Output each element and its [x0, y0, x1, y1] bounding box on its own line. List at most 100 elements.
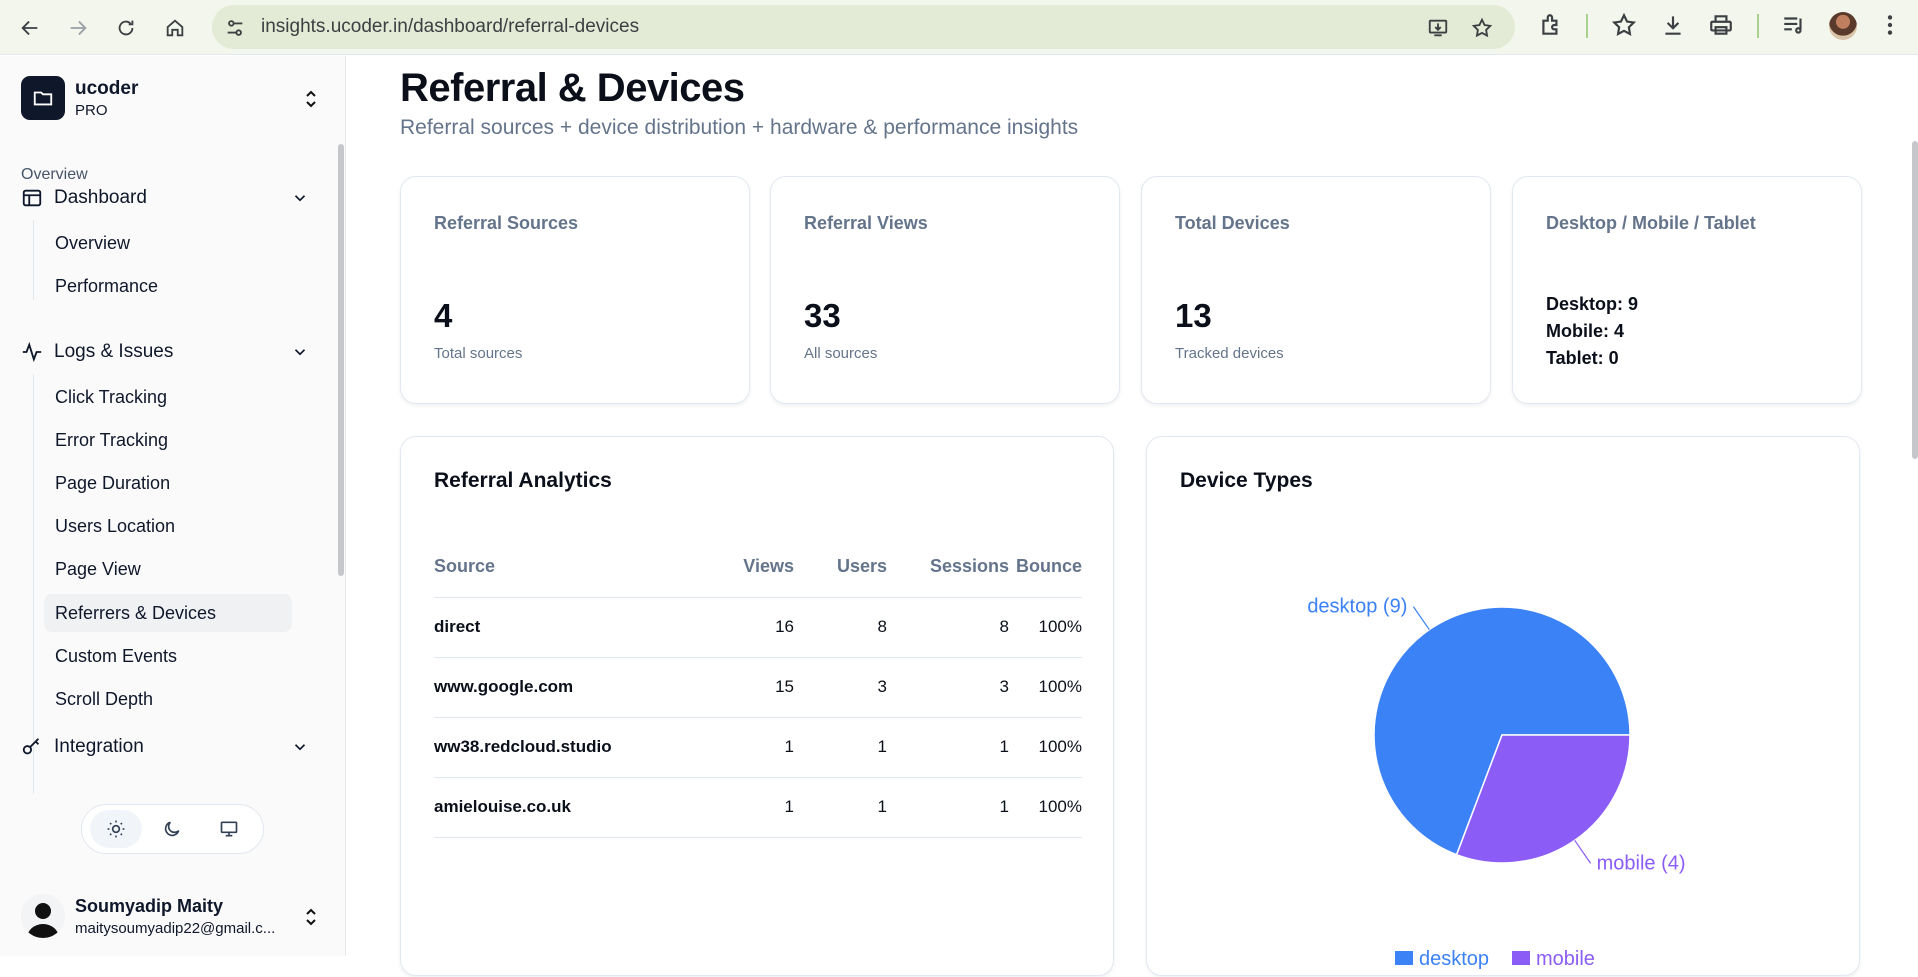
- site-settings-icon[interactable]: [224, 17, 246, 39]
- stat-value: 33: [804, 297, 841, 334]
- back-icon[interactable]: [10, 8, 50, 48]
- column-header-views[interactable]: Views: [694, 541, 794, 598]
- pie-label-desktop: desktop (9): [1307, 596, 1407, 618]
- legend-label-desktop[interactable]: desktop: [1419, 948, 1489, 970]
- profile-avatar[interactable]: [1829, 12, 1857, 40]
- column-header-sessions[interactable]: Sessions: [887, 541, 1009, 598]
- table-row: www.google.com 15 3 3 100%: [434, 657, 1082, 718]
- stat-label: Referral Views: [804, 213, 928, 233]
- nav-group-dashboard[interactable]: Dashboard: [21, 180, 317, 216]
- sidebar-scrollbar[interactable]: [338, 144, 344, 576]
- main-scrollbar[interactable]: [1912, 141, 1918, 459]
- forward-icon[interactable]: [58, 8, 98, 48]
- cell-source: www.google.com: [434, 657, 694, 718]
- legend-label-mobile[interactable]: mobile: [1536, 948, 1595, 970]
- cell-users: 1: [794, 717, 887, 778]
- nav-item-users-location[interactable]: Users Location: [44, 507, 292, 545]
- cell-sessions: 8: [887, 597, 1009, 658]
- cell-views: 1: [694, 717, 794, 778]
- nav-item-scroll-depth[interactable]: Scroll Depth: [44, 680, 292, 718]
- cell-bounce: 100%: [1009, 657, 1082, 718]
- stat-card-referral-views: Referral Views 33 All sources: [770, 176, 1120, 404]
- bookmark-star-icon[interactable]: [1471, 17, 1493, 39]
- toolbar-divider: [1757, 14, 1759, 38]
- mobile-count: Mobile: 4: [1546, 321, 1625, 341]
- table-row: ww38.redcloud.studio 1 1 1 100%: [434, 717, 1082, 778]
- referral-table: Source Views Users Sessions Bounce direc…: [434, 541, 1082, 838]
- column-header-users[interactable]: Users: [794, 541, 887, 598]
- cell-source: amielouise.co.uk: [434, 777, 694, 838]
- table-row: direct 16 8 8 100%: [434, 597, 1082, 658]
- install-app-icon[interactable]: [1427, 17, 1449, 39]
- print-icon[interactable]: [1708, 12, 1734, 38]
- cell-views: 1: [694, 777, 794, 838]
- theme-light-button[interactable]: [90, 810, 143, 848]
- address-bar[interactable]: insights.ucoder.in/dashboard/referral-de…: [212, 5, 1515, 49]
- cell-bounce: 100%: [1009, 717, 1082, 778]
- cell-users: 3: [794, 657, 887, 718]
- stat-note: Tracked devices: [1175, 345, 1284, 362]
- org-name[interactable]: ucoder: [75, 78, 138, 100]
- nav-group-logs-issues[interactable]: Logs & Issues: [21, 334, 317, 370]
- monitor-icon: [220, 821, 238, 837]
- chevron-down-icon[interactable]: [291, 738, 309, 756]
- download-icon[interactable]: [1660, 12, 1686, 38]
- nav-item-click-tracking[interactable]: Click Tracking: [44, 378, 292, 416]
- stat-label: Desktop / Mobile / Tablet: [1546, 213, 1756, 233]
- user-email: maitysoumyadip22@gmail.c...: [75, 920, 276, 937]
- nav-item-page-view[interactable]: Page View: [44, 550, 292, 588]
- nav-item-referrers-devices[interactable]: Referrers & Devices: [44, 594, 292, 632]
- cell-views: 16: [694, 597, 794, 658]
- nav-item-overview[interactable]: Overview: [44, 224, 292, 262]
- column-header-source[interactable]: Source: [434, 541, 694, 598]
- bookmarks-icon[interactable]: [1611, 12, 1637, 38]
- user-name[interactable]: Soumyadip Maity: [75, 896, 223, 917]
- column-header-bounce[interactable]: Bounce: [1009, 541, 1082, 598]
- stat-label: Referral Sources: [434, 213, 579, 233]
- page-title: Referral & Devices: [400, 66, 745, 110]
- nav-group-label: Integration: [54, 736, 144, 757]
- activity-icon: [22, 341, 42, 363]
- nav-group-integration[interactable]: Integration: [21, 729, 317, 765]
- main-content: Referral & Devices Referral sources + de…: [347, 56, 1918, 976]
- nav-item-error-tracking[interactable]: Error Tracking: [44, 421, 292, 459]
- folder-icon[interactable]: [21, 76, 65, 120]
- stat-card-referral-sources: Referral Sources 4 Total sources: [400, 176, 750, 404]
- theme-switcher: [81, 804, 264, 854]
- toolbar-divider: [1586, 14, 1588, 38]
- cell-users: 1: [794, 777, 887, 838]
- stat-note: Total sources: [434, 345, 523, 362]
- more-menu-icon[interactable]: [1877, 12, 1903, 38]
- device-types-panel: Device Types desktop (9) mobile (4) deskto…: [1146, 436, 1860, 976]
- cell-bounce: 100%: [1009, 597, 1082, 658]
- stat-value: 13: [1175, 297, 1212, 334]
- panel-title: Referral Analytics: [434, 469, 612, 492]
- nav-item-page-duration[interactable]: Page Duration: [44, 464, 292, 502]
- legend-swatch-mobile[interactable]: [1512, 951, 1530, 965]
- device-pie-chart: desktop (9) mobile (4) desktop mobile: [1307, 596, 1685, 970]
- theme-dark-button[interactable]: [146, 810, 198, 848]
- reload-icon[interactable]: [106, 8, 146, 48]
- cell-source: direct: [434, 597, 694, 658]
- legend-swatch-desktop[interactable]: [1395, 951, 1413, 965]
- chevron-down-icon[interactable]: [291, 189, 309, 207]
- media-control-icon[interactable]: [1781, 12, 1807, 38]
- user-menu-chevron-icon[interactable]: [302, 906, 320, 928]
- sun-icon: [107, 820, 125, 838]
- url-text[interactable]: insights.ucoder.in/dashboard/referral-de…: [261, 16, 639, 38]
- table-row: amielouise.co.uk 1 1 1 100%: [434, 777, 1082, 838]
- nav-tree-line: [33, 220, 34, 300]
- chevron-down-icon[interactable]: [291, 343, 309, 361]
- theme-system-button[interactable]: [203, 810, 255, 848]
- nav-item-performance[interactable]: Performance: [44, 267, 292, 305]
- nav-item-custom-events[interactable]: Custom Events: [44, 637, 292, 675]
- nav-group-label: Logs & Issues: [54, 341, 174, 362]
- user-avatar[interactable]: [21, 894, 65, 938]
- extensions-icon[interactable]: [1538, 12, 1564, 38]
- table-header-row: Source Views Users Sessions Bounce: [434, 541, 1082, 598]
- home-icon[interactable]: [155, 8, 195, 48]
- org-plan: PRO: [75, 102, 108, 119]
- stat-note: All sources: [804, 345, 878, 362]
- org-switcher-chevron-icon[interactable]: [302, 88, 320, 110]
- desktop-count: Desktop: 9: [1546, 294, 1639, 314]
